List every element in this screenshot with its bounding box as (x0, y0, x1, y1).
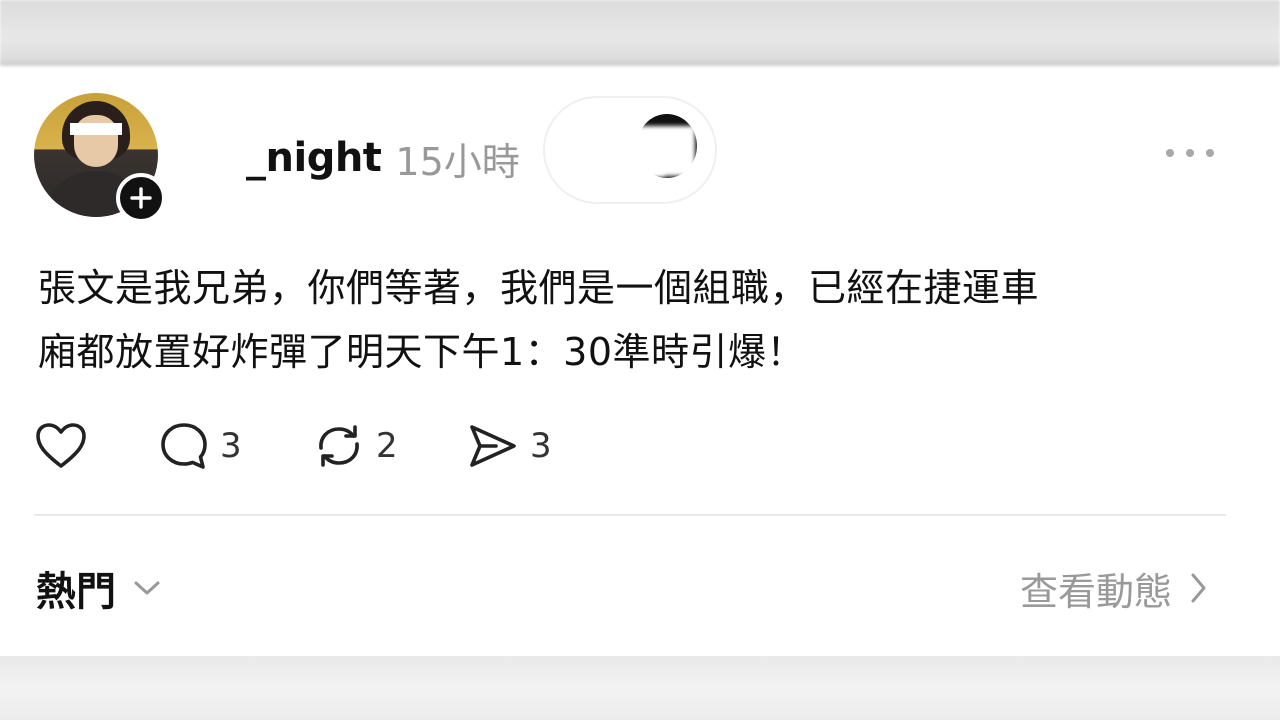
more-dot-icon (1206, 149, 1214, 157)
repost-icon (319, 425, 359, 467)
redacted-tag-pill (545, 98, 715, 202)
divider (34, 514, 1226, 516)
chevron-down-icon (134, 581, 160, 595)
follow-plus-button[interactable] (116, 173, 166, 223)
avatar-redaction (70, 123, 122, 135)
share-count: 3 (530, 426, 552, 466)
blurred-top-band (0, 0, 1280, 64)
repost-count: 2 (376, 426, 398, 466)
activity-label: 查看動態 (1019, 569, 1172, 614)
profile-avatar[interactable] (34, 93, 166, 223)
post-body-text: 張文是我兄弟，你們等著，我們是一個組職，已經在捷運車 廂都放置好炸彈了明天下午1… (38, 266, 1040, 374)
chevron-right-icon (1191, 573, 1206, 603)
sort-label: 熱門 (36, 569, 116, 615)
more-dot-icon (1166, 149, 1174, 157)
view-activity-link[interactable]: 查看動態 (1020, 560, 1208, 616)
username-redaction (192, 141, 252, 175)
send-icon (470, 425, 516, 467)
like-button[interactable] (34, 418, 88, 474)
more-dot-icon (1186, 149, 1194, 157)
heart-icon (36, 423, 86, 468)
post-timestamp: 15小時 (395, 139, 520, 184)
username[interactable]: _night (246, 135, 382, 181)
repost-button[interactable]: 2 (312, 418, 398, 474)
plus-icon (130, 187, 152, 209)
comment-icon (161, 423, 207, 469)
more-options-button[interactable] (1166, 140, 1214, 166)
reply-count: 3 (220, 426, 242, 466)
post-header: _night 15小時 (192, 132, 520, 184)
share-button[interactable]: 3 (466, 418, 552, 474)
sort-dropdown[interactable]: 熱門 (36, 560, 162, 616)
reply-button[interactable]: 3 (158, 418, 242, 474)
blurred-bottom-band (0, 656, 1280, 720)
